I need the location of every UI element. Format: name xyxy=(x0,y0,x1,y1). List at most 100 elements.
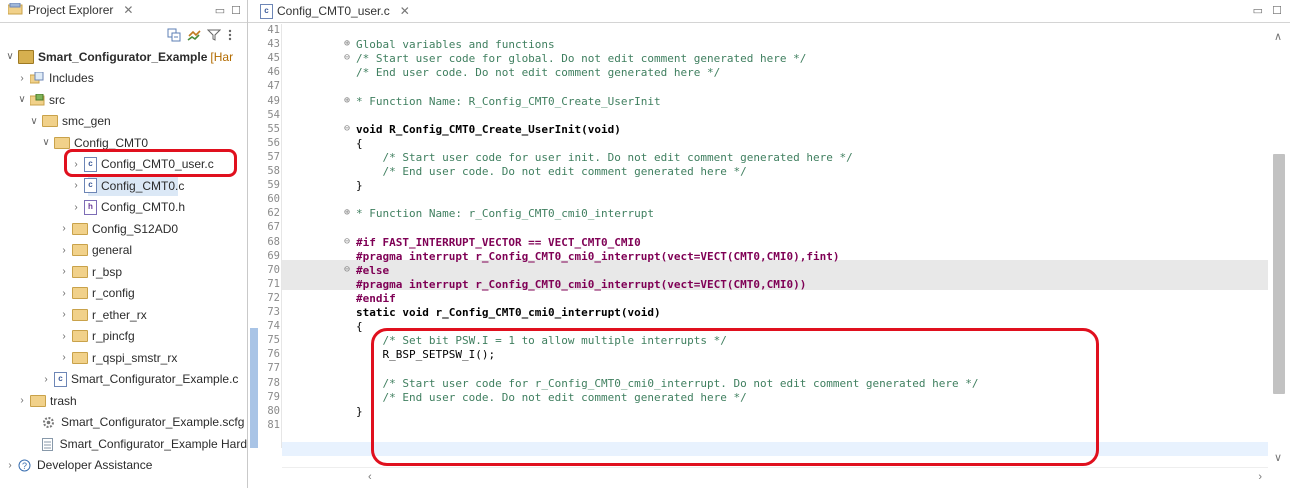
folder-icon xyxy=(72,330,88,343)
line-number: 46 xyxy=(267,66,280,79)
change-ruler xyxy=(250,328,258,448)
collapse-all-icon[interactable] xyxy=(167,28,181,42)
chevron-right-icon[interactable]: › xyxy=(40,374,52,385)
view-menu-icon[interactable] xyxy=(227,28,241,42)
line-number: 80 xyxy=(267,404,280,417)
code-line: Global variables and functions xyxy=(356,38,555,52)
annotation-highlight-box xyxy=(371,328,1099,466)
chevron-down-icon[interactable]: ∨ xyxy=(28,116,40,127)
line-number: 45 xyxy=(267,52,280,65)
code-line: static void r_Config_CMT0_cmi0_interrupt… xyxy=(356,306,661,319)
project-explorer-tabbar: Project Explorer ✕ xyxy=(0,0,247,23)
collapse-fold-icon[interactable]: ⊖ xyxy=(344,236,350,247)
maximize-icon[interactable]: ☐ xyxy=(1272,5,1282,17)
collapse-fold-icon[interactable]: ⊖ xyxy=(344,123,350,134)
tree-item-r-pincfg[interactable]: › r_pincfg xyxy=(0,326,247,348)
line-number: 75 xyxy=(267,334,280,347)
line-number: 68 xyxy=(267,235,280,248)
scroll-left-icon[interactable]: ‹ xyxy=(368,471,372,483)
line-number: 79 xyxy=(267,390,280,403)
chevron-right-icon[interactable]: › xyxy=(58,223,70,234)
code-line: /* Start user code for user init. Do not… xyxy=(356,150,853,164)
chevron-down-icon[interactable]: ∨ xyxy=(16,94,28,105)
minimize-icon[interactable]: ▭ xyxy=(1253,5,1263,17)
tree-item-src[interactable]: ∨ src xyxy=(0,89,247,111)
project-icon xyxy=(18,49,34,64)
h-file-icon: h xyxy=(84,199,97,215)
includes-icon xyxy=(29,71,45,84)
chevron-right-icon[interactable]: › xyxy=(58,288,70,299)
scroll-right-icon[interactable]: › xyxy=(1258,471,1262,483)
maximize-icon[interactable]: ☐ xyxy=(231,4,241,17)
scrollbar-thumb[interactable] xyxy=(1273,154,1285,394)
tree-item-trash[interactable]: › trash xyxy=(0,390,247,412)
tree-item-developer-assistance[interactable]: › ? Developer Assistance xyxy=(0,455,247,477)
chevron-right-icon[interactable]: › xyxy=(4,460,16,471)
tree-item-project[interactable]: ∨ Smart_Configurator_Example [Har xyxy=(0,46,247,68)
scroll-down-icon[interactable]: ∨ xyxy=(1274,451,1282,464)
folder-icon xyxy=(72,351,88,364)
tree-item-label: Developer Assistance xyxy=(37,458,153,473)
tree-item-general[interactable]: › general xyxy=(0,240,247,262)
chevron-down-icon[interactable]: ∨ xyxy=(4,51,16,62)
expand-fold-icon[interactable]: ⊕ xyxy=(344,207,350,218)
line-number: 54 xyxy=(267,108,280,121)
line-number: 59 xyxy=(267,179,280,192)
expand-fold-icon[interactable]: ⊕ xyxy=(344,95,350,106)
tree-item-config-cmt0-c[interactable]: › c Config_CMT0.c xyxy=(0,175,247,197)
chevron-right-icon[interactable]: › xyxy=(70,202,82,213)
code-line: #pragma interrupt r_Config_CMT0_cmi0_int… xyxy=(356,249,840,263)
tree-item-label: smc_gen xyxy=(62,114,111,129)
close-icon[interactable]: ✕ xyxy=(123,3,133,17)
code-editor-panel: c Config_CMT0_user.c ✕ ▭ ☐ 41 43 ⊕ Global v… xyxy=(248,0,1290,488)
tree-item-config-s12ad0[interactable]: › Config_S12AD0 xyxy=(0,218,247,240)
horizontal-scrollbar[interactable]: ‹ › xyxy=(282,467,1268,488)
tree-item-r-ether-rx[interactable]: › r_ether_rx xyxy=(0,304,247,326)
collapse-fold-icon[interactable]: ⊖ xyxy=(344,264,350,275)
tree-item-label: r_pincfg xyxy=(92,329,135,344)
tree-item-r-bsp[interactable]: › r_bsp xyxy=(0,261,247,283)
tree-item-hardware-file[interactable]: Smart_Configurator_Example Hard xyxy=(0,433,247,455)
tree-item-suffix: [Har xyxy=(210,49,234,64)
tree-item-config-cmt0-h[interactable]: › h Config_CMT0.h xyxy=(0,197,247,219)
tree-item-label: Config_CMT0.c xyxy=(101,178,185,193)
folder-icon xyxy=(72,265,88,278)
chevron-down-icon[interactable]: ∨ xyxy=(40,137,52,148)
line-number: 69 xyxy=(267,249,280,262)
tree-item-smc-gen[interactable]: ∨ smc_gen xyxy=(0,111,247,133)
filter-icon[interactable] xyxy=(206,28,222,42)
minimize-icon[interactable]: ▭ xyxy=(215,4,225,17)
chevron-right-icon[interactable]: › xyxy=(58,266,70,277)
expand-fold-icon[interactable]: ⊕ xyxy=(344,38,350,49)
line-number: 41 xyxy=(267,24,280,36)
tree-item-r-config[interactable]: › r_config xyxy=(0,283,247,305)
chevron-right-icon[interactable]: › xyxy=(58,245,70,256)
chevron-right-icon[interactable]: › xyxy=(70,180,82,191)
tree-item-smart-configurator-example-c[interactable]: › c Smart_Configurator_Example.c xyxy=(0,369,247,391)
tree-item-r-qspi-smstr-rx[interactable]: › r_qspi_smstr_rx xyxy=(0,347,247,369)
folder-icon xyxy=(30,394,46,407)
c-file-icon: c xyxy=(84,178,97,194)
chevron-right-icon[interactable]: › xyxy=(16,395,28,406)
tree-item-label: Smart_Configurator_Example Hard xyxy=(59,436,247,451)
line-number: 73 xyxy=(267,306,280,318)
tree-item-label: trash xyxy=(50,393,77,408)
editor-tab[interactable]: c Config_CMT0_user.c ✕ xyxy=(254,0,416,22)
project-explorer-tab[interactable]: Project Explorer ✕ xyxy=(4,0,137,23)
chevron-right-icon[interactable]: › xyxy=(58,352,70,363)
tree-item-label: Smart_Configurator_Example.c xyxy=(71,372,239,387)
chevron-right-icon[interactable]: › xyxy=(58,331,70,342)
chevron-right-icon[interactable]: › xyxy=(16,73,28,84)
tree-item-scfg[interactable]: Smart_Configurator_Example.scfg xyxy=(0,412,247,434)
link-with-editor-icon[interactable] xyxy=(187,28,201,42)
project-tree: ∨ Smart_Configurator_Example [Har › Incl… xyxy=(0,46,247,476)
c-file-icon: c xyxy=(54,371,67,387)
close-icon[interactable]: ✕ xyxy=(400,4,410,18)
chevron-right-icon[interactable]: › xyxy=(58,309,70,320)
collapse-fold-icon[interactable]: ⊖ xyxy=(344,52,350,63)
scroll-up-icon[interactable]: ∧ xyxy=(1274,30,1282,43)
code-line: { xyxy=(356,136,363,150)
line-number: 78 xyxy=(267,376,280,389)
vertical-scrollbar[interactable]: ∧ ∨ xyxy=(1268,24,1290,468)
tree-item-includes[interactable]: › Includes xyxy=(0,68,247,90)
